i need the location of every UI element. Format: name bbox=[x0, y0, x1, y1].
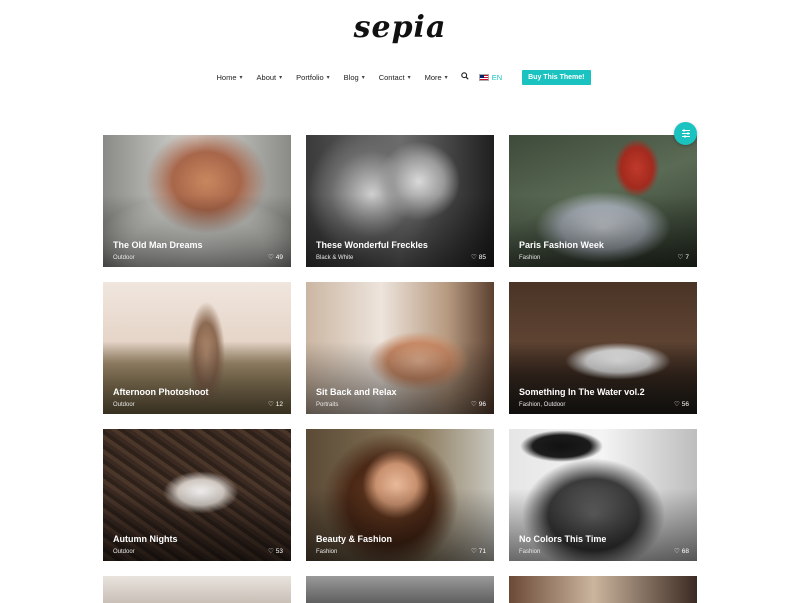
portfolio-card[interactable]: Afternoon Photoshoot Outdoor ♡ 12 bbox=[103, 282, 291, 414]
portfolio-image-partial bbox=[306, 576, 494, 603]
portfolio-card[interactable]: Something In The Water vol.2 Fashion, Ou… bbox=[509, 282, 697, 414]
nav-item-home[interactable]: Home ▾ bbox=[216, 73, 242, 82]
like-count: 7 bbox=[685, 253, 689, 261]
chevron-down-icon: ▾ bbox=[444, 74, 448, 81]
card-title: No Colors This Time bbox=[519, 534, 607, 544]
portfolio-card[interactable] bbox=[103, 576, 291, 603]
nav-item-blog[interactable]: Blog ▾ bbox=[344, 73, 365, 82]
like-counter[interactable]: ♡ 71 bbox=[470, 547, 486, 556]
card-category[interactable]: Outdoor bbox=[113, 255, 135, 261]
nav-item-label: Portfolio bbox=[296, 72, 324, 82]
portfolio-image-partial bbox=[509, 576, 697, 603]
card-category[interactable]: Fashion, Outdoor bbox=[519, 402, 565, 408]
like-counter[interactable]: ♡ 68 bbox=[673, 547, 689, 556]
portfolio-card[interactable]: These Wonderful Freckles Black & White ♡… bbox=[306, 135, 494, 267]
like-count: 96 bbox=[478, 400, 486, 408]
heart-icon: ♡ bbox=[673, 401, 680, 408]
heart-icon: ♡ bbox=[470, 548, 477, 555]
card-category[interactable]: Fashion bbox=[316, 549, 337, 555]
language-switcher[interactable]: EN bbox=[478, 72, 503, 82]
portfolio-card[interactable]: Paris Fashion Week Fashion ♡ 7 bbox=[509, 135, 697, 267]
like-counter[interactable]: ♡ 85 bbox=[470, 253, 486, 262]
heart-icon: ♡ bbox=[267, 254, 274, 261]
nav-item-label: About bbox=[256, 72, 277, 82]
like-count: 85 bbox=[478, 253, 486, 261]
like-count: 56 bbox=[681, 400, 689, 408]
like-count: 68 bbox=[681, 547, 689, 555]
like-counter[interactable]: ♡ 12 bbox=[267, 400, 283, 409]
card-title: Something In The Water vol.2 bbox=[519, 387, 645, 397]
like-counter[interactable]: ♡ 7 bbox=[677, 253, 689, 262]
portfolio-card[interactable]: Beauty & Fashion Fashion ♡ 71 bbox=[306, 429, 494, 561]
chevron-down-icon: ▾ bbox=[279, 74, 283, 81]
nav-item-contact[interactable]: Contact ▾ bbox=[379, 73, 411, 82]
heart-icon: ♡ bbox=[470, 254, 477, 261]
like-counter[interactable]: ♡ 49 bbox=[267, 253, 283, 262]
like-count: 53 bbox=[275, 547, 283, 555]
portfolio-card[interactable]: No Colors This Time Fashion ♡ 68 bbox=[509, 429, 697, 561]
nav-item-more[interactable]: More ▾ bbox=[425, 73, 448, 82]
heart-icon: ♡ bbox=[470, 401, 477, 408]
nav-item-portfolio[interactable]: Portfolio ▾ bbox=[296, 73, 330, 82]
like-count: 49 bbox=[275, 253, 283, 261]
portfolio-image-partial bbox=[103, 576, 291, 603]
card-title: The Old Man Dreams bbox=[113, 240, 203, 250]
card-category[interactable]: Fashion bbox=[519, 549, 540, 555]
like-counter[interactable]: ♡ 96 bbox=[470, 400, 486, 409]
portfolio-grid: The Old Man Dreams Outdoor ♡ 49 These Won… bbox=[103, 135, 697, 603]
card-category[interactable]: Portraits bbox=[316, 402, 338, 408]
heart-icon: ♡ bbox=[677, 254, 684, 261]
uk-flag-icon bbox=[478, 73, 489, 81]
like-counter[interactable]: ♡ 56 bbox=[673, 400, 689, 409]
heart-icon: ♡ bbox=[673, 548, 680, 555]
filter-button[interactable] bbox=[674, 122, 697, 145]
chevron-down-icon: ▾ bbox=[407, 74, 411, 81]
like-count: 12 bbox=[275, 400, 283, 408]
card-category[interactable]: Fashion bbox=[519, 255, 540, 261]
portfolio-card[interactable] bbox=[306, 576, 494, 603]
card-title: Paris Fashion Week bbox=[519, 240, 604, 250]
portfolio-card[interactable]: The Old Man Dreams Outdoor ♡ 49 bbox=[103, 135, 291, 267]
chevron-down-icon: ▾ bbox=[239, 74, 243, 81]
portfolio-card[interactable]: Sit Back and Relax Portraits ♡ 96 bbox=[306, 282, 494, 414]
language-label: EN bbox=[491, 72, 503, 82]
nav-item-label: Contact bbox=[378, 72, 405, 82]
heart-icon: ♡ bbox=[267, 548, 274, 555]
nav-item-label: More bbox=[424, 72, 442, 82]
card-title: Afternoon Photoshoot bbox=[113, 387, 209, 397]
nav-item-label: Blog bbox=[343, 72, 359, 82]
chevron-down-icon: ▾ bbox=[326, 74, 330, 81]
site-logo[interactable]: sepia bbox=[0, 10, 800, 45]
card-category[interactable]: Outdoor bbox=[113, 549, 135, 555]
card-title: Beauty & Fashion bbox=[316, 534, 393, 544]
search-icon[interactable] bbox=[460, 72, 469, 82]
chevron-down-icon: ▾ bbox=[361, 74, 365, 81]
card-title: These Wonderful Freckles bbox=[316, 240, 428, 250]
card-title: Autumn Nights bbox=[113, 534, 178, 544]
main-nav: Home ▾ About ▾ Portfolio ▾ Blog ▾ Contact ▾ M… bbox=[0, 68, 800, 86]
card-title: Sit Back and Relax bbox=[316, 387, 397, 397]
like-count: 71 bbox=[478, 547, 486, 555]
card-category[interactable]: Outdoor bbox=[113, 402, 135, 408]
portfolio-card[interactable]: Autumn Nights Outdoor ♡ 53 bbox=[103, 429, 291, 561]
nav-item-about[interactable]: About ▾ bbox=[257, 73, 283, 82]
card-category[interactable]: Black & White bbox=[316, 255, 353, 261]
portfolio-card[interactable] bbox=[509, 576, 697, 603]
heart-icon: ♡ bbox=[267, 401, 274, 408]
sliders-icon bbox=[681, 129, 690, 138]
nav-item-label: Home bbox=[216, 72, 237, 82]
buy-theme-button[interactable]: Buy This Theme! bbox=[522, 69, 591, 85]
like-counter[interactable]: ♡ 53 bbox=[267, 547, 283, 556]
